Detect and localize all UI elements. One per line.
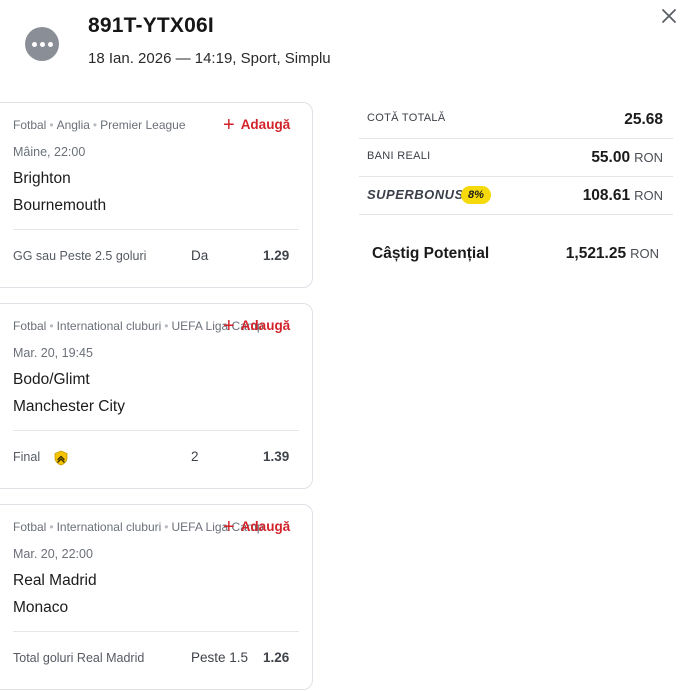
odds: 1.26 [263,650,290,665]
plus-icon: + [223,113,235,136]
add-button[interactable]: + Adaugă [223,113,290,136]
total-odds-value: 25.68 [624,111,663,128]
home-team: Brighton [13,170,71,187]
superbonus-row: SUPERBONUS 8% 108.61 RON [359,177,673,215]
superbonus-value: 108.61 RON [582,187,663,204]
total-odds-label: COTĂ TOTALĂ [367,112,446,124]
event-time: Mar. 20, 19:45 [13,346,93,360]
home-team: Bodo/Glimt [13,371,90,388]
selection: 2 [191,449,199,464]
plus-icon: + [223,314,235,337]
potential-win-value: 1,521.25 RON [565,245,659,262]
away-team: Monaco [13,599,69,616]
close-icon[interactable] [659,6,679,26]
selection: Peste 1.5 [191,650,249,665]
total-odds-row: COTĂ TOTALĂ 25.68 [359,101,673,139]
event-time: Mar. 20, 22:00 [13,547,93,561]
market-name: GG sau Peste 2.5 goluri [13,249,147,263]
bet-card: Fotbal • International cluburi • UEFA Liga C… [0,504,313,690]
divider [13,229,299,230]
ticket-subtitle: 18 Ian. 2026 — 14:19, Sport, Simplu [88,50,331,67]
ticket-id: 891T-YTX06I [88,14,214,37]
market-name: Final [13,450,41,464]
home-team: Real Madrid [13,572,97,589]
boost-shield-icon [54,450,68,466]
odds: 1.29 [263,248,290,263]
more-options-icon[interactable] [25,27,59,61]
stake-label: BANI REALI [367,150,431,162]
bet-card: Fotbal • Anglia • Premier League + Adaugă Mâi… [0,102,313,288]
away-team: Manchester City [13,398,125,415]
stake-row: BANI REALI 55.00 RON [359,139,673,177]
add-button[interactable]: + Adaugă [223,515,290,538]
stake-value: 55.00 RON [591,149,663,166]
divider [13,430,299,431]
add-button[interactable]: + Adaugă [223,314,290,337]
away-team: Bournemouth [13,197,107,214]
event-time: Mâine, 22:00 [13,145,86,159]
potential-win-label: Câștig Potențial [372,245,490,262]
divider [13,631,299,632]
event-breadcrumb: Fotbal • Anglia • Premier League [13,118,186,132]
odds: 1.39 [263,449,290,464]
superbonus-badge: 8% [461,186,491,204]
market-name: Total goluri Real Madrid [13,651,145,665]
superbonus-label: SUPERBONUS [367,187,464,202]
plus-icon: + [223,515,235,538]
selection: Da [191,248,209,263]
bet-card: Fotbal • International cluburi • UEFA Liga C… [0,303,313,489]
